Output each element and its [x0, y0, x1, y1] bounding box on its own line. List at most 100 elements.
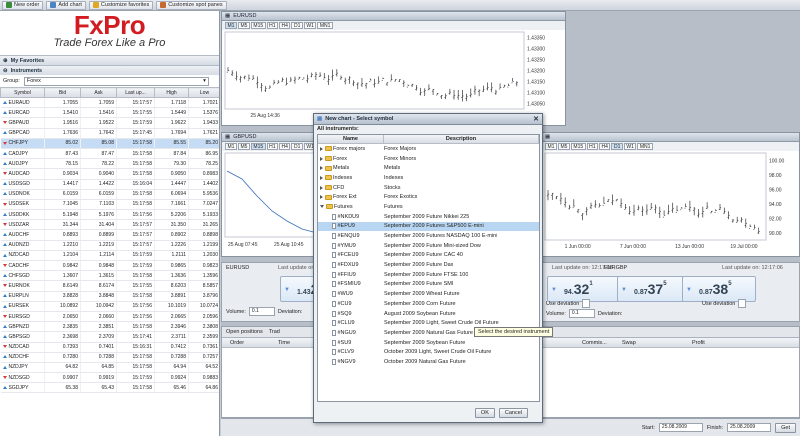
timeframe-button[interactable]: M15	[250, 143, 266, 150]
quote-row[interactable]: EURNOK 8.6149 8.6174 15:17:55 8.6203 8.5857	[0, 280, 219, 292]
price-chart[interactable]: 25 Aug 07:45 25 Aug 10:45	[222, 151, 321, 256]
column-header[interactable]: High	[154, 87, 189, 98]
expand-icon[interactable]	[320, 175, 323, 180]
column-header[interactable]: Low	[188, 87, 219, 98]
tab-open-positions[interactable]: Open positions	[226, 329, 263, 335]
tree-folder-row[interactable]: Indexes Indexes	[318, 173, 539, 183]
tree-folder-row[interactable]: Forex Forex Minors	[318, 154, 539, 164]
orders-column-header[interactable]: Commis...	[582, 340, 607, 346]
timeframe-button[interactable]: M5	[237, 143, 250, 150]
tree-instrument-row[interactable]: #FFIU9 September 2009 Future FTSE 100	[318, 270, 539, 280]
timeframe-button[interactable]: W1	[623, 143, 637, 150]
customize-spot-panes-button[interactable]: Customize spot panes	[156, 0, 227, 10]
tree-instrument-row[interactable]: #FSMIU9 September 2009 Future SMI	[318, 280, 539, 290]
timeframe-button[interactable]: D1	[291, 143, 303, 150]
tree-instrument-row[interactable]: #WU9 September 2009 Wheat Future	[318, 289, 539, 299]
quote-row[interactable]: CHFSGD 1.3607 1.3615 15:17:58 1.3636 1.3596	[0, 270, 219, 282]
tree-folder-row[interactable]: Forex majors Forex Majors	[318, 144, 539, 154]
tree-folder-row[interactable]: Futures Futures	[318, 202, 539, 212]
expand-icon[interactable]	[320, 156, 323, 161]
quote-row[interactable]: AUDCAD 0.9034 0.9040 15:17:58 0.9050 0.8983	[0, 168, 219, 180]
timeframe-button[interactable]: M1	[545, 143, 557, 150]
tree-instrument-row[interactable]: #NGV9 October 2009 Natural Gas Future	[318, 357, 539, 367]
column-header[interactable]: Symbol	[0, 87, 45, 98]
tree-instrument-row[interactable]: #YMU9 September 2009 Future Mini-sized Do…	[318, 241, 539, 251]
quote-row[interactable]: EURSGD 2.0650 2.0660 15:17:56 2.0665 2.0596	[0, 311, 219, 323]
add-chart-button[interactable]: Add chart	[46, 0, 86, 10]
tree-instrument-row[interactable]: #EPU9 September 2009 Futures S&P500 E-min…	[318, 221, 539, 232]
quote-row[interactable]: EURAUD 1.7055 1.7059 15:17:57 1.7118 1.7021	[0, 97, 219, 109]
tree-instrument-row[interactable]: #CU9 September 2009 Corn Future	[318, 299, 539, 309]
chart-title-bar[interactable]: ▦	[542, 133, 799, 142]
new-order-button[interactable]: New order	[2, 0, 44, 10]
quote-row[interactable]: GBPNZD 2.3835 2.3851 15:17:58 2.3946 2.3808	[0, 321, 219, 333]
description-column-header[interactable]: Description	[384, 135, 539, 143]
timeframe-button[interactable]: M5	[237, 22, 250, 29]
chart-title-bar[interactable]: ▦ GBPUSD	[222, 133, 320, 142]
quote-row[interactable]: AUDNZD 1.2210 1.2219 15:17:57 1.2226 1.2199	[0, 240, 219, 251]
quote-row[interactable]: NZDJPY 64.82 64.85 15:17:58 64.94 64.52	[0, 362, 219, 374]
tree-folder-row[interactable]: CFD Stocks	[318, 183, 539, 193]
tree-instrument-row[interactable]: #SQ9 August 2009 Soybean Future	[318, 309, 539, 319]
quote-row[interactable]: EURPLN 3.8828 3.8848 15:17:58 3.8891 3.8796	[0, 291, 219, 302]
quote-row[interactable]: NZDCAD 1.2104 1.2114 15:17:59 1.2111 1.2030	[0, 250, 219, 262]
close-icon[interactable]: ✕	[533, 115, 539, 123]
use-deviation-checkbox[interactable]	[582, 299, 591, 308]
dialog-title-bar[interactable]: ▦ New chart - Select symbol ✕	[314, 114, 542, 125]
tree-instrument-row[interactable]: #CLV9 October 2009 Light, Sweet Crude Oil…	[318, 347, 539, 357]
quote-row[interactable]: GBPSGD 2.3698 2.3709 15:17:41 2.3711 2.3599	[0, 331, 219, 343]
orders-column-header[interactable]: Profit	[692, 340, 705, 346]
timeframe-button[interactable]: M5	[557, 143, 570, 150]
quote-row[interactable]: NZDCHF 0.7280 0.7288 15:17:58 0.7288 0.7257	[0, 352, 219, 363]
tab-trades[interactable]: Trad	[269, 329, 280, 335]
price-chart[interactable]: 1.43350 1.43300 1.43250 1.43200 1.43150 1.431…	[222, 30, 566, 125]
timeframe-button[interactable]: H4	[279, 22, 291, 29]
quote-row[interactable]: AUDJPY 78.15 78.22 15:17:58 79.30 78.25	[0, 158, 219, 170]
expand-icon[interactable]	[320, 146, 323, 151]
quote-row[interactable]: AUDCHF 0.8893 0.8899 15:17:57 0.8902 0.8898	[0, 229, 219, 241]
column-header[interactable]: Ask	[80, 87, 117, 98]
quote-row[interactable]: SGDJPY 65.38 65.43 15:17:58 65.46 64.86	[0, 382, 219, 394]
name-column-header[interactable]: Name	[318, 135, 384, 143]
quote-row[interactable]: EURSEK 10.0892 10.0942 15:17:56 10.1019 10.07…	[0, 301, 219, 312]
quote-row[interactable]: USDSGD 1.4417 1.4422 15:16:04 1.4447 1.4402	[0, 179, 219, 190]
timeframe-button[interactable]: M1	[225, 22, 237, 29]
column-header[interactable]: Last up...	[116, 87, 155, 98]
collapse-icon[interactable]	[320, 205, 324, 209]
tree-instrument-row[interactable]: #FDXU9 September 2009 Future Dax	[318, 260, 539, 270]
start-date-input[interactable]: 25.08.2009	[658, 423, 703, 432]
volume-input[interactable]: 0.1	[248, 307, 275, 316]
column-header[interactable]: Bid	[44, 87, 81, 98]
timeframe-button[interactable]: H1	[266, 143, 279, 150]
quote-row[interactable]: USDSEK 7.1045 7.1103 15:17:58 7.1661 7.0247	[0, 199, 219, 211]
cancel-button[interactable]: Cancel	[498, 408, 528, 418]
orders-column-header[interactable]: Swap	[622, 340, 636, 346]
customize-favorites-button[interactable]: Customize favorites	[88, 0, 154, 10]
quote-row[interactable]: GBPCAD 1.7636 1.7642 15:17:45 1.7694 1.7621	[0, 128, 219, 139]
timeframe-button[interactable]: H4	[599, 143, 611, 150]
quote-row[interactable]: EURCAD 1.5410 1.5416 15:17:55 1.5449 1.5376	[0, 107, 219, 119]
quote-row[interactable]: CHFJPY 85.02 85.08 15:17:58 85.55 85.20	[0, 138, 219, 149]
tree-folder-row[interactable]: Forex Ext Forex Exotics	[318, 192, 539, 202]
quote-row[interactable]: NZDSGD 0.9907 0.9919 15:17:59 0.9924 0.9883	[0, 372, 219, 384]
timeframe-button[interactable]: M15	[570, 143, 586, 150]
quote-row[interactable]: GBPAUD 1.9516 1.9522 15:17:59 1.9622 1.9433	[0, 117, 219, 129]
timeframe-button[interactable]: M15	[250, 22, 266, 29]
instruments-header[interactable]: ⊖ Instruments	[0, 65, 219, 75]
expand-icon[interactable]	[320, 195, 323, 200]
tree-folder-row[interactable]: Metals Metals	[318, 163, 539, 173]
timeframe-button[interactable]: H4	[279, 143, 291, 150]
price-chart[interactable]: 100.00 98.00 96.00 94.00 92.00 90.00 1 Jun 00:…	[542, 151, 800, 256]
quote-row[interactable]: USDNOK 6.0159 6.0159 15:17:58 6.0694 5.9536	[0, 189, 219, 200]
timeframe-button[interactable]: W1	[303, 22, 317, 29]
tree-instrument-row[interactable]: #FCEU9 September 2009 Future CAC 40	[318, 251, 539, 261]
timeframe-button[interactable]: D1	[291, 22, 303, 29]
timeframe-button[interactable]: M1	[225, 143, 237, 150]
quote-row[interactable]: USDZAR 31.344 31.404 15:17:57 31.350 31.265	[0, 219, 219, 231]
use-deviation-checkbox[interactable]	[738, 299, 747, 308]
chart-title-bar[interactable]: ▦ EURUSD	[222, 12, 565, 21]
finish-date-input[interactable]: 25.08.2009	[727, 423, 772, 432]
timeframe-button[interactable]: MN1	[317, 22, 333, 29]
timeframe-button[interactable]: D1	[611, 143, 623, 150]
price-card[interactable]: ▼ 0.87375	[617, 276, 691, 302]
